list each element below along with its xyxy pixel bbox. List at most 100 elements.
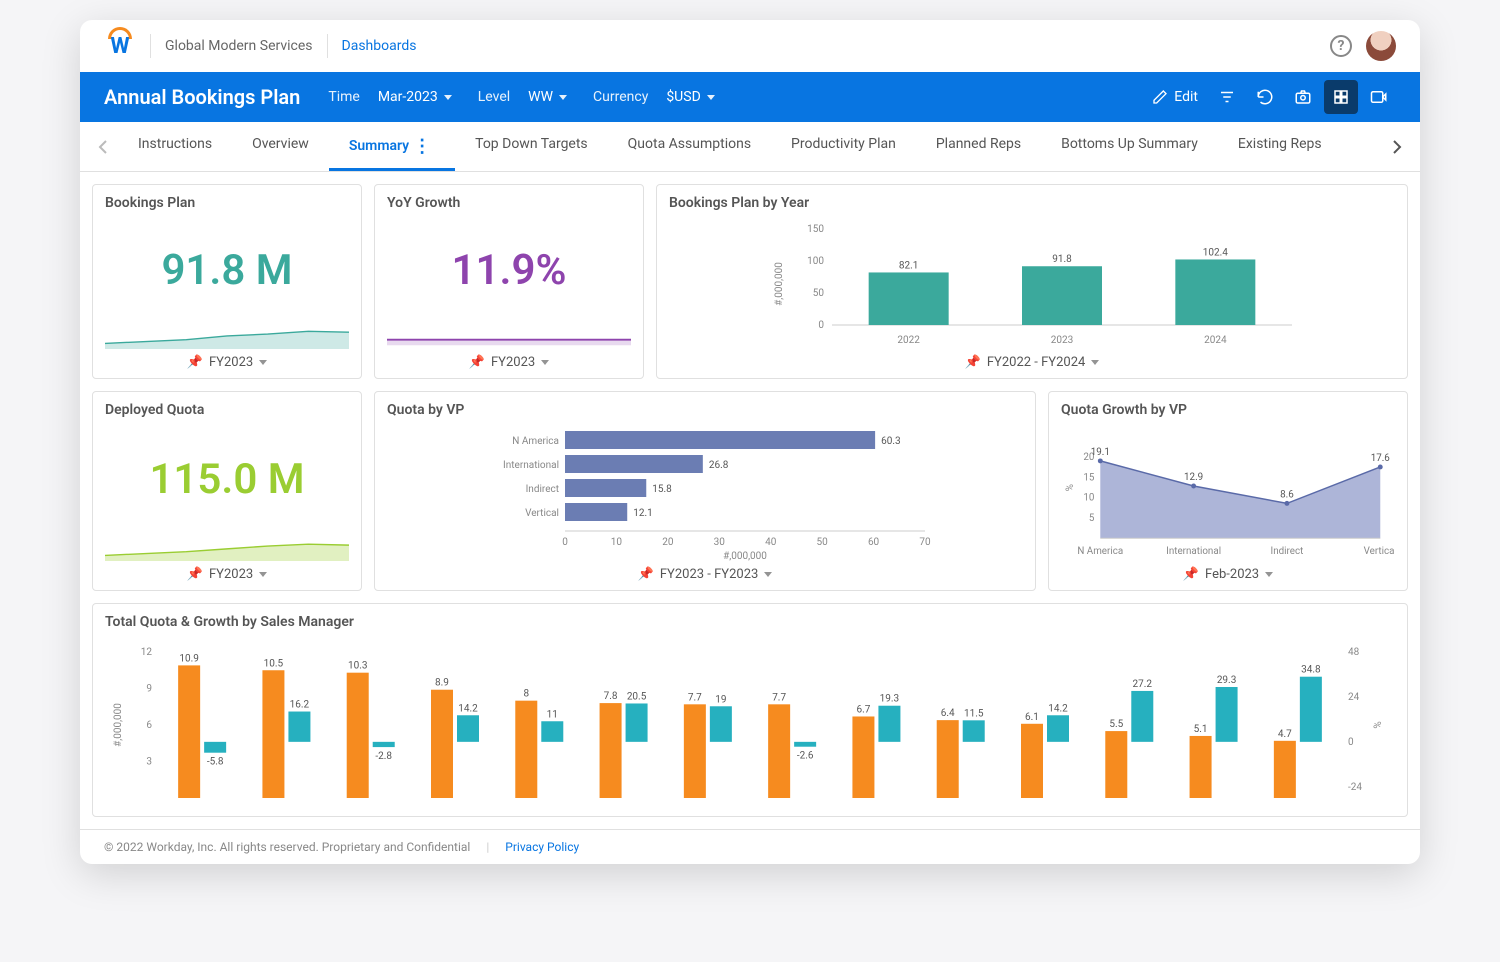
filter-level-dropdown[interactable]: WW [528, 89, 567, 105]
card-title: Bookings Plan by Year [669, 195, 1395, 211]
edit-button[interactable]: Edit [1144, 89, 1206, 105]
svg-text:5: 5 [1089, 513, 1095, 524]
card-period-selector[interactable]: 📌 FY2023 [105, 349, 349, 370]
svg-text:12.1: 12.1 [633, 508, 653, 519]
deployed-value: 115.0 M [105, 426, 349, 533]
card-period-selector[interactable]: 📌 FY2023 [387, 349, 631, 370]
svg-text:#,000,000: #,000,000 [113, 703, 124, 747]
svg-text:91.8: 91.8 [1052, 254, 1072, 265]
svg-text:2022: 2022 [897, 335, 920, 346]
pin-icon: 📌 [187, 355, 203, 370]
chevron-down-icon [1091, 360, 1099, 365]
tab-strip: InstructionsOverviewSummary⋮Top Down Tar… [80, 122, 1420, 172]
filter-currency-dropdown[interactable]: $USD [666, 89, 714, 105]
svg-text:40: 40 [765, 537, 777, 548]
tab-planned-reps[interactable]: Planned Reps [916, 122, 1041, 171]
svg-text:5.5: 5.5 [1109, 719, 1123, 730]
help-icon[interactable]: ? [1330, 35, 1352, 57]
svg-text:19.1: 19.1 [1091, 447, 1110, 458]
deployed-sparkline [105, 533, 349, 561]
bookings-sparkline [105, 321, 349, 349]
svg-text:48: 48 [1348, 647, 1360, 658]
tab-bottoms-up-summary[interactable]: Bottoms Up Summary [1041, 122, 1218, 171]
svg-text:15.8: 15.8 [652, 484, 672, 495]
copyright-text: © 2022 Workday, Inc. All rights reserved… [104, 840, 470, 854]
chevron-down-icon [1265, 572, 1273, 577]
svg-text:N America: N America [512, 436, 559, 447]
pin-icon: 📌 [965, 355, 981, 370]
svg-text:Indirect: Indirect [1271, 546, 1304, 557]
top-bar: W Global Modern Services Dashboards ? [80, 20, 1420, 72]
chevron-down-icon [541, 360, 549, 365]
chevron-down-icon [259, 572, 267, 577]
svg-text:-24: -24 [1348, 782, 1362, 793]
workday-logo[interactable]: W [104, 30, 136, 62]
svg-text:11: 11 [547, 709, 558, 720]
filter-currency-label: Currency [593, 89, 648, 105]
svg-text:20.5: 20.5 [627, 691, 647, 702]
card-quota-by-vp: Quota by VP N America60.3International26… [374, 391, 1036, 591]
tab-summary[interactable]: Summary⋮ [329, 122, 455, 171]
tab-top-down-targets[interactable]: Top Down Targets [455, 122, 608, 171]
tab-productivity-plan[interactable]: Productivity Plan [771, 122, 916, 171]
svg-text:50: 50 [817, 537, 829, 548]
svg-text:11.5: 11.5 [964, 708, 984, 719]
camera-icon[interactable] [1286, 80, 1320, 114]
tabs-scroll-right[interactable] [1382, 125, 1412, 169]
svg-text:5.1: 5.1 [1194, 724, 1208, 735]
chart-quota-growth-by-vp: 5101520%19.1N America12.9International8.… [1061, 426, 1395, 561]
refresh-icon[interactable] [1248, 80, 1282, 114]
card-yoy-growth: YoY Growth 11.9% 📌 FY2023 [374, 184, 644, 379]
chevron-down-icon [444, 95, 452, 100]
svg-text:10: 10 [611, 537, 623, 548]
card-period-selector[interactable]: 📌 FY2023 [105, 561, 349, 582]
svg-text:10.3: 10.3 [348, 661, 368, 672]
filter-icon[interactable] [1210, 80, 1244, 114]
chevron-down-icon [559, 95, 567, 100]
card-period-selector[interactable]: 📌 FY2023 - FY2023 [387, 561, 1023, 582]
svg-text:8.6: 8.6 [1280, 489, 1294, 500]
svg-text:150: 150 [807, 224, 824, 235]
svg-text:8.9: 8.9 [435, 678, 449, 689]
svg-text:70: 70 [919, 537, 931, 548]
svg-text:6.4: 6.4 [941, 708, 955, 719]
svg-text:6: 6 [146, 720, 152, 731]
grid-view-icon[interactable] [1324, 80, 1358, 114]
svg-text:26.8: 26.8 [709, 460, 729, 471]
privacy-policy-link[interactable]: Privacy Policy [505, 840, 579, 854]
svg-text:50: 50 [813, 288, 825, 299]
chevron-down-icon [259, 360, 267, 365]
dashboard-grid: Bookings Plan 91.8 M 📌 FY2023 YoY Growth… [80, 172, 1420, 829]
tab-instructions[interactable]: Instructions [118, 122, 232, 171]
svg-text:%: % [1065, 484, 1076, 491]
tab-overview[interactable]: Overview [232, 122, 329, 171]
chart-bookings-by-year: 050100150#,000,00082.1202291.82023102.42… [669, 219, 1395, 349]
svg-text:Indirect: Indirect [526, 484, 559, 495]
card-period-selector[interactable]: 📌 FY2022 - FY2024 [669, 349, 1395, 370]
svg-text:#,000,000: #,000,000 [723, 551, 767, 561]
filter-time-dropdown[interactable]: Mar-2023 [378, 89, 452, 105]
user-avatar[interactable] [1366, 31, 1396, 61]
tab-quota-assumptions[interactable]: Quota Assumptions [608, 122, 771, 171]
svg-text:0: 0 [562, 537, 568, 548]
svg-text:2024: 2024 [1204, 335, 1227, 346]
svg-text:10.5: 10.5 [264, 658, 284, 669]
tab-existing-reps[interactable]: Existing Reps [1218, 122, 1342, 171]
svg-text:14.2: 14.2 [458, 703, 478, 714]
svg-text:%: % [1373, 721, 1384, 728]
svg-text:102.4: 102.4 [1203, 247, 1228, 258]
card-period-selector[interactable]: 📌 Feb-2023 [1061, 561, 1395, 582]
tab-more-icon[interactable]: ⋮ [409, 136, 435, 157]
svg-text:4.7: 4.7 [1278, 729, 1292, 740]
filter-time-label: Time [328, 89, 359, 105]
chart-quota-by-vp: N America60.3International26.8Indirect15… [387, 426, 1023, 561]
svg-text:#,000,000: #,000,000 [774, 262, 785, 306]
pin-icon: 📌 [638, 567, 654, 582]
tabs-scroll-left[interactable] [88, 125, 118, 169]
present-icon[interactable] [1362, 80, 1396, 114]
svg-text:14.2: 14.2 [1048, 703, 1068, 714]
card-quota-growth-by-vp: Quota Growth by VP 5101520%19.1N America… [1048, 391, 1408, 591]
svg-text:19.3: 19.3 [880, 694, 900, 705]
breadcrumb-dashboards[interactable]: Dashboards [342, 38, 417, 54]
svg-text:82.1: 82.1 [899, 260, 919, 271]
